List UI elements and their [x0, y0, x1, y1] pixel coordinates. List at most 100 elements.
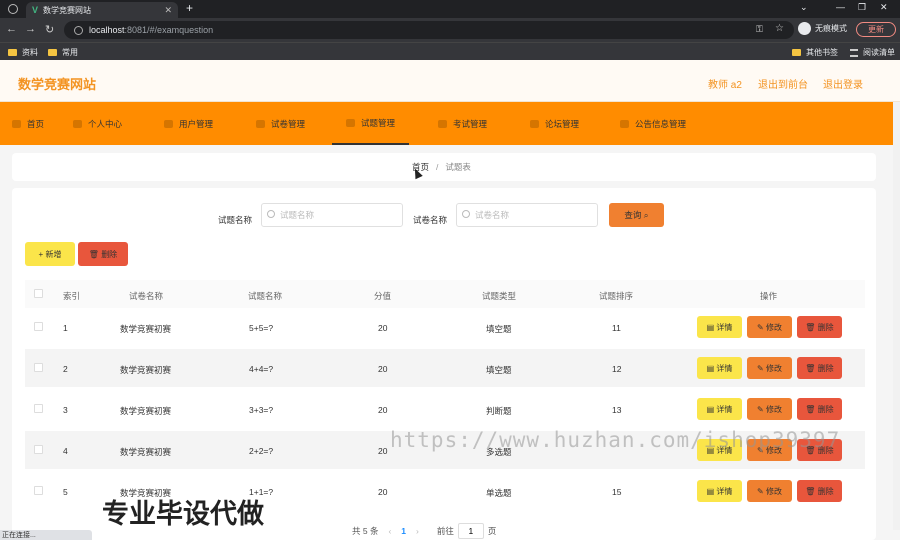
bookmark-reading-list[interactable]: 阅读清单: [850, 47, 895, 58]
forward-icon[interactable]: →: [25, 23, 36, 35]
nav-item-questions[interactable]: 试题管理: [332, 102, 410, 145]
key-icon[interactable]: ⚿: [756, 24, 763, 35]
current-user: 教师 a2: [708, 80, 742, 91]
goto-page-input[interactable]: [457, 523, 484, 539]
url-host: localhost: [89, 25, 125, 35]
add-button[interactable]: + 新增: [25, 242, 75, 266]
close-icon[interactable]: ✕: [164, 5, 172, 16]
forum-icon: [530, 119, 539, 128]
query-button[interactable]: 查询 ⌕: [609, 203, 664, 227]
prev-page-icon[interactable]: ‹: [388, 526, 391, 536]
folder-icon: [792, 49, 801, 56]
delete-button[interactable]: 🗑 删除: [797, 480, 842, 502]
users-icon: [164, 119, 173, 128]
delete-button[interactable]: 🗑 删除: [797, 357, 842, 379]
bookmark-label: 阅读清单: [863, 48, 895, 57]
col-index: 索引: [63, 291, 81, 301]
cell-index: 4: [63, 446, 68, 456]
cell-score: 20: [378, 487, 388, 497]
reload-icon[interactable]: ↻: [45, 23, 54, 36]
nav-item-forum[interactable]: 论坛管理: [530, 102, 579, 145]
edit-button[interactable]: ✎ 修改: [747, 439, 792, 461]
table-row: 1 数学竞赛初赛 5+5=? 20 填空题 11 ▤ 详情 ✎ 修改 🗑 删除: [25, 308, 865, 346]
cell-order: 11: [612, 323, 621, 333]
cell-score: 20: [378, 364, 388, 374]
vue-logo-icon: V: [32, 5, 39, 15]
cell-question: 3+3=?: [249, 405, 274, 415]
nav-item-label: 个人中心: [88, 118, 123, 129]
detail-button[interactable]: ▤ 详情: [697, 398, 742, 420]
bookmarks-bar: 资料 常用 其他书签 阅读清单: [0, 42, 900, 60]
new-tab-icon[interactable]: +: [186, 1, 193, 15]
delete-label: 删除: [101, 249, 118, 259]
row-checkbox[interactable]: [34, 445, 43, 454]
nav-item-home[interactable]: 首页: [12, 102, 44, 145]
page-scrollbar[interactable]: [893, 102, 900, 530]
nav-item-users[interactable]: 用户管理: [164, 102, 213, 145]
app-header: 数学竞赛网站 教师 a2 退出到前台 退出登录: [0, 60, 900, 102]
breadcrumb-current: 试题表: [445, 162, 471, 172]
notice-icon: [620, 119, 629, 128]
nav-item-exams[interactable]: 考试管理: [438, 102, 487, 145]
restore-icon[interactable]: ❐: [858, 2, 866, 13]
main-nav: 首页 个人中心 用户管理 试卷管理 试题管理 考试管理 论坛管理 公告信息管理: [0, 102, 893, 145]
url-path: :8081/#/examquestion: [124, 25, 214, 35]
row-checkbox[interactable]: [34, 486, 43, 495]
incognito-indicator[interactable]: 无痕模式: [798, 22, 847, 35]
current-page[interactable]: 1: [401, 526, 406, 536]
cell-question: 1+1=?: [249, 487, 274, 497]
bookmark-other[interactable]: 其他书签: [792, 47, 838, 58]
question-name-input[interactable]: [261, 203, 403, 227]
edit-label: 修改: [765, 363, 782, 373]
edit-button[interactable]: ✎ 修改: [747, 398, 792, 420]
info-icon[interactable]: [74, 25, 83, 35]
folder-icon: [48, 49, 57, 56]
delete-button[interactable]: 🗑 删除: [797, 316, 842, 338]
breadcrumb-panel: 首页 / 试题表: [12, 153, 876, 181]
bookmark-item[interactable]: 资料: [8, 47, 38, 58]
update-button[interactable]: 更新: [856, 22, 896, 37]
question-icon: [346, 118, 355, 127]
row-checkbox[interactable]: [34, 363, 43, 372]
detail-button[interactable]: ▤ 详情: [697, 480, 742, 502]
folder-icon: [8, 49, 17, 56]
browser-tab[interactable]: V 数学竞赛网站 ✕: [26, 2, 178, 18]
close-window-icon[interactable]: ✕: [880, 2, 888, 13]
row-checkbox[interactable]: [34, 322, 43, 331]
logout-link[interactable]: 退出登录: [823, 76, 863, 91]
nav-item-profile[interactable]: 个人中心: [73, 102, 122, 145]
paper-icon: [256, 119, 265, 128]
detail-button[interactable]: ▤ 详情: [697, 439, 742, 461]
delete-button[interactable]: 🗑 删除: [797, 439, 842, 461]
incognito-label: 无痕模式: [815, 24, 847, 33]
cell-order: 15: [612, 487, 622, 497]
detail-button[interactable]: ▤ 详情: [697, 316, 742, 338]
paper-name-input[interactable]: [456, 203, 598, 227]
cell-index: 5: [63, 487, 68, 497]
cell-score: 20: [378, 405, 388, 415]
edit-icon: ✎: [757, 363, 764, 373]
cell-order: 12: [612, 364, 622, 374]
browser-tabbar: V 数学竞赛网站 ✕ + ⌄ — ❐ ✕: [0, 0, 900, 18]
next-page-icon[interactable]: ›: [416, 526, 419, 536]
back-to-front-link[interactable]: 退出到前台: [758, 76, 808, 91]
edit-button[interactable]: ✎ 修改: [747, 480, 792, 502]
row-checkbox[interactable]: [34, 404, 43, 413]
url-input[interactable]: localhost:8081/#/examquestion: [64, 21, 794, 39]
cell-order: 13: [612, 405, 622, 415]
star-icon[interactable]: ☆: [775, 23, 784, 34]
select-all-checkbox[interactable]: [34, 289, 43, 298]
delete-label: 删除: [817, 445, 834, 455]
edit-button[interactable]: ✎ 修改: [747, 357, 792, 379]
delete-button[interactable]: 🗑 删除: [797, 398, 842, 420]
nav-item-notices[interactable]: 公告信息管理: [620, 102, 686, 145]
back-icon[interactable]: ←: [6, 23, 17, 35]
batch-delete-button[interactable]: 🗑 删除: [78, 242, 128, 266]
edit-button[interactable]: ✎ 修改: [747, 316, 792, 338]
col-paper: 试卷名称: [129, 291, 164, 301]
bookmark-item[interactable]: 常用: [48, 47, 78, 58]
chevron-down-icon[interactable]: ⌄: [800, 2, 808, 13]
nav-item-papers[interactable]: 试卷管理: [256, 102, 305, 145]
minimize-icon[interactable]: —: [836, 2, 845, 12]
detail-button[interactable]: ▤ 详情: [697, 357, 742, 379]
